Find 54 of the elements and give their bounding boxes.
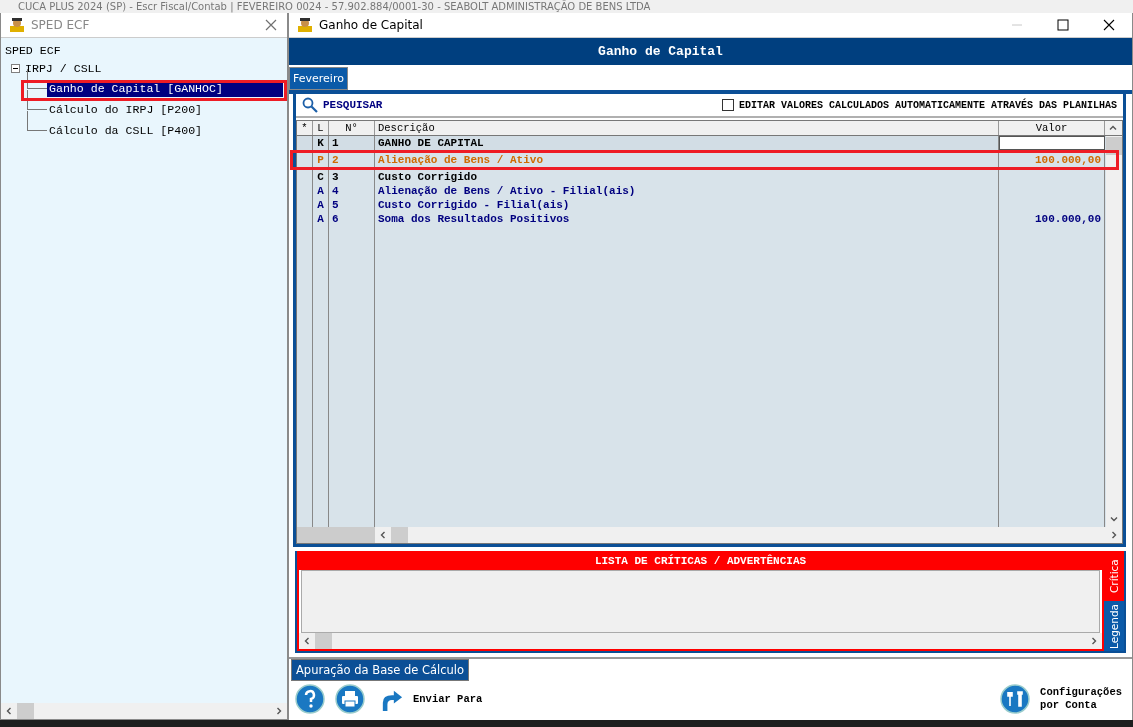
- column-header[interactable]: Descrição: [375, 121, 999, 135]
- tree-root[interactable]: SPED ECF: [5, 42, 283, 59]
- window-title: Ganho de Capital: [319, 18, 423, 32]
- search-icon[interactable]: [302, 97, 318, 113]
- table-cell: A: [313, 212, 329, 226]
- window-title: SPED ECF: [31, 18, 90, 32]
- collapse-icon[interactable]: [11, 64, 20, 73]
- table-cell: 6: [329, 212, 375, 226]
- tree-item[interactable]: Cálculo da CSLL [P400]: [47, 122, 205, 139]
- print-icon[interactable]: [335, 684, 365, 714]
- table-cell: 1: [329, 136, 375, 150]
- tree-item[interactable]: Cálculo do IRPJ [P200]: [47, 101, 205, 118]
- scrollbar-thumb[interactable]: [391, 527, 408, 543]
- side-tab[interactable]: Legenda: [1104, 601, 1124, 651]
- table-cell: Soma dos Resultados Positivos: [375, 212, 999, 226]
- app-logo-icon: [9, 17, 25, 33]
- app-logo-icon: [297, 17, 313, 33]
- table-cell: K: [313, 136, 329, 150]
- tab[interactable]: Apuração da Base de Cálculo: [291, 659, 470, 681]
- critics-header: LISTA DE CRÍTICAS / ADVERTÊNCIAS: [299, 551, 1102, 570]
- scroll-right-icon[interactable]: [1110, 531, 1118, 539]
- scroll-left-icon[interactable]: [303, 637, 311, 645]
- table-row[interactable]: K 1 GANHO DE CAPITAL: [297, 136, 1106, 150]
- page-header: Ganho de Capital: [289, 38, 1132, 65]
- scroll-right-icon[interactable]: [1090, 637, 1098, 645]
- tab[interactable]: Fevereiro: [289, 67, 348, 90]
- checkbox-label: EDITAR VALORES CALCULADOS AUTOMATICAMENTE ATRAVÉS DAS PLANILHAS: [738, 99, 1117, 111]
- account-settings-button[interactable]: Configurações por Conta: [1040, 686, 1122, 712]
- help-icon[interactable]: [295, 684, 325, 714]
- scrollbar-thumb[interactable]: [17, 703, 34, 719]
- vertical-scrollbar[interactable]: [1106, 136, 1122, 527]
- checkbox[interactable]: [721, 99, 734, 111]
- background-window-title: CUCA PLUS 2024 (SP) - Escr Fiscal/Contab | FEVEREIRO 0024 - 57.902.884/0001-30 - SEABOLT ADMINISTRAÇÃO DE BENS LTDA: [17, 0, 651, 13]
- scroll-right-icon[interactable]: [275, 707, 283, 715]
- scrollbar-thumb[interactable]: [315, 633, 332, 649]
- horizontal-scrollbar[interactable]: [1, 703, 287, 719]
- send-to-button[interactable]: Enviar Para: [413, 692, 483, 706]
- table-cell: 100.000,00: [999, 212, 1105, 226]
- search-label[interactable]: PESQUISAR: [323, 99, 383, 111]
- tree-item[interactable]: IRPJ / CSLL: [23, 60, 104, 77]
- horizontal-scrollbar[interactable]: [297, 527, 1122, 543]
- close-icon[interactable]: [265, 19, 277, 31]
- value-input-field[interactable]: [999, 136, 1105, 150]
- column-header[interactable]: *: [297, 121, 313, 135]
- side-tab[interactable]: Crítica: [1104, 551, 1124, 601]
- horizontal-scrollbar[interactable]: [299, 633, 1102, 649]
- tools-icon[interactable]: [1000, 684, 1031, 714]
- scroll-up-icon[interactable]: [1109, 124, 1117, 132]
- column-header[interactable]: L: [313, 121, 329, 135]
- column-header[interactable]: Valor: [999, 121, 1105, 135]
- scroll-left-icon[interactable]: [379, 531, 387, 539]
- scroll-down-icon[interactable]: [1110, 515, 1118, 523]
- column-header[interactable]: N°: [329, 121, 375, 135]
- scroll-left-icon[interactable]: [5, 707, 13, 715]
